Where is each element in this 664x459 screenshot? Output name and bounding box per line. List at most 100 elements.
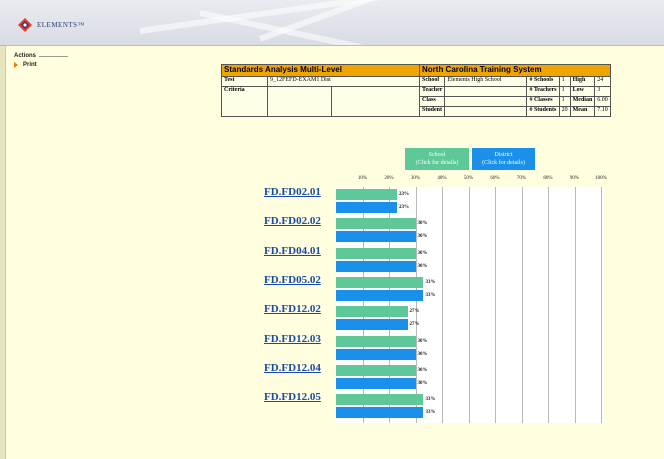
schools-count: 1 (558, 76, 571, 87)
organization-title: North Carolina Training System (419, 64, 611, 77)
district-legend-button[interactable]: District (Click for details) (472, 148, 535, 170)
app-logo[interactable]: ELEMENTS™ (17, 17, 85, 33)
school-bar-label: 33% (425, 279, 436, 285)
standard-link[interactable]: FD.FD12.04 (264, 362, 321, 374)
grid-line (442, 187, 443, 423)
school-bar-label: 33% (425, 397, 436, 403)
student-value (444, 106, 528, 117)
district-bar[interactable] (336, 202, 397, 213)
x-tick-label: 10% (357, 176, 368, 181)
grid-line (574, 187, 576, 423)
x-tick-label: 80% (543, 176, 553, 181)
x-tick-label: 20% (384, 176, 394, 181)
district-bar-label: 30% (417, 234, 428, 240)
criteria-detail (331, 86, 420, 117)
x-tick-label: 50% (463, 176, 474, 181)
school-bar-label: 30% (417, 338, 428, 344)
header-banner: ELEMENTS™ (0, 0, 664, 46)
grid-line (548, 187, 549, 423)
school-bar[interactable] (336, 189, 397, 200)
standard-link[interactable]: FD.FD04.01 (264, 245, 321, 257)
x-tick-label: 100% (595, 176, 607, 181)
median-value: 6.00 (594, 96, 611, 107)
district-bar[interactable] (336, 319, 408, 331)
class-value (444, 96, 528, 107)
print-action[interactable]: Print (14, 62, 68, 68)
arrow-right-icon (14, 62, 18, 68)
district-bar[interactable] (336, 260, 416, 272)
school-bar-label: 30% (417, 221, 428, 227)
school-legend-button[interactable]: School (Click for details) (405, 148, 469, 170)
x-tick-label: 40% (437, 176, 447, 181)
district-bar[interactable] (336, 407, 424, 419)
high-value: 24 (594, 76, 611, 87)
school-bar-label: 23% (398, 192, 409, 197)
teacher-value (444, 86, 528, 97)
mean-label: Mean (569, 106, 596, 117)
school-bar[interactable] (336, 394, 424, 406)
district-bar-label: 30% (417, 263, 428, 269)
students-count: 20 (558, 106, 571, 117)
district-bar-label: 27% (409, 322, 420, 328)
school-bar-label: 30% (417, 367, 428, 373)
classes-count-label: # Classes (526, 96, 560, 107)
school-legend-sub: (Click for details) (415, 160, 459, 166)
print-label: Print (23, 62, 37, 68)
test-value: 9_12FEFD-EXAM1 Dist (267, 76, 420, 87)
left-frame (0, 46, 6, 459)
school-bar[interactable] (336, 218, 416, 230)
standard-link[interactable]: FD.FD05.02 (264, 274, 321, 286)
school-bar[interactable] (336, 306, 408, 318)
standard-link[interactable]: FD.FD12.03 (264, 333, 321, 345)
school-bar-label: 27% (409, 309, 420, 315)
school-bar[interactable] (336, 247, 416, 259)
x-tick-label: 90% (569, 176, 580, 181)
criteria-value (267, 86, 332, 117)
district-bar[interactable] (336, 289, 424, 301)
district-bar[interactable] (336, 231, 416, 243)
district-bar-label: 33% (425, 292, 436, 298)
low-value: 3 (594, 86, 611, 97)
school-bar[interactable] (336, 335, 416, 347)
low-label: Low (569, 86, 596, 97)
median-label: Median (569, 96, 596, 107)
district-bar[interactable] (336, 348, 416, 360)
students-count-label: # Students (526, 106, 560, 117)
standard-link[interactable]: FD.FD02.02 (264, 215, 321, 227)
x-tick-label: 70% (516, 176, 527, 181)
grid-line (415, 187, 417, 423)
school-legend-label: School (428, 152, 446, 158)
district-legend-label: District (494, 152, 513, 158)
grid-line (521, 187, 523, 423)
district-bar-label: 23% (398, 205, 409, 210)
mean-value: 7.10 (594, 106, 611, 117)
x-tick-label: 60% (490, 176, 500, 181)
school-bar[interactable] (336, 364, 416, 376)
standard-link[interactable]: FD.FD12.02 (264, 303, 321, 315)
standard-link[interactable]: FD.FD02.01 (264, 186, 321, 198)
district-bar[interactable] (336, 377, 416, 389)
logo-text: ELEMENTS™ (37, 21, 85, 29)
grid-line (495, 187, 496, 423)
district-legend-sub: (Click for details) (482, 160, 525, 166)
classes-count: 1 (558, 96, 571, 107)
actions-panel: Actions Print (14, 53, 68, 68)
grid-line (468, 187, 470, 423)
class-label: Class (418, 96, 446, 107)
x-tick-label: 30% (410, 176, 421, 181)
banner-decoration (258, 0, 431, 42)
school-bar[interactable] (336, 276, 424, 288)
teachers-count-label: # Teachers (526, 86, 560, 97)
school-bar-label: 30% (417, 250, 428, 256)
report-info-table: Standards Analysis Multi-Level North Car… (221, 64, 611, 117)
standards-bar-chart: 23% 23% 30% 30% 30% 30% 33% 33% 27% 27% 30% 30% 30% 3… (336, 187, 604, 423)
high-label: High (569, 76, 596, 87)
elements-logo-icon (18, 18, 32, 32)
district-bar-label: 33% (425, 410, 436, 416)
grid-line (601, 187, 602, 423)
student-label: Student (418, 106, 446, 117)
schools-count-label: # Schools (526, 76, 560, 87)
standard-link[interactable]: FD.FD12.05 (264, 391, 321, 403)
criteria-label: Criteria (221, 86, 268, 117)
report-title: Standards Analysis Multi-Level (221, 64, 420, 77)
